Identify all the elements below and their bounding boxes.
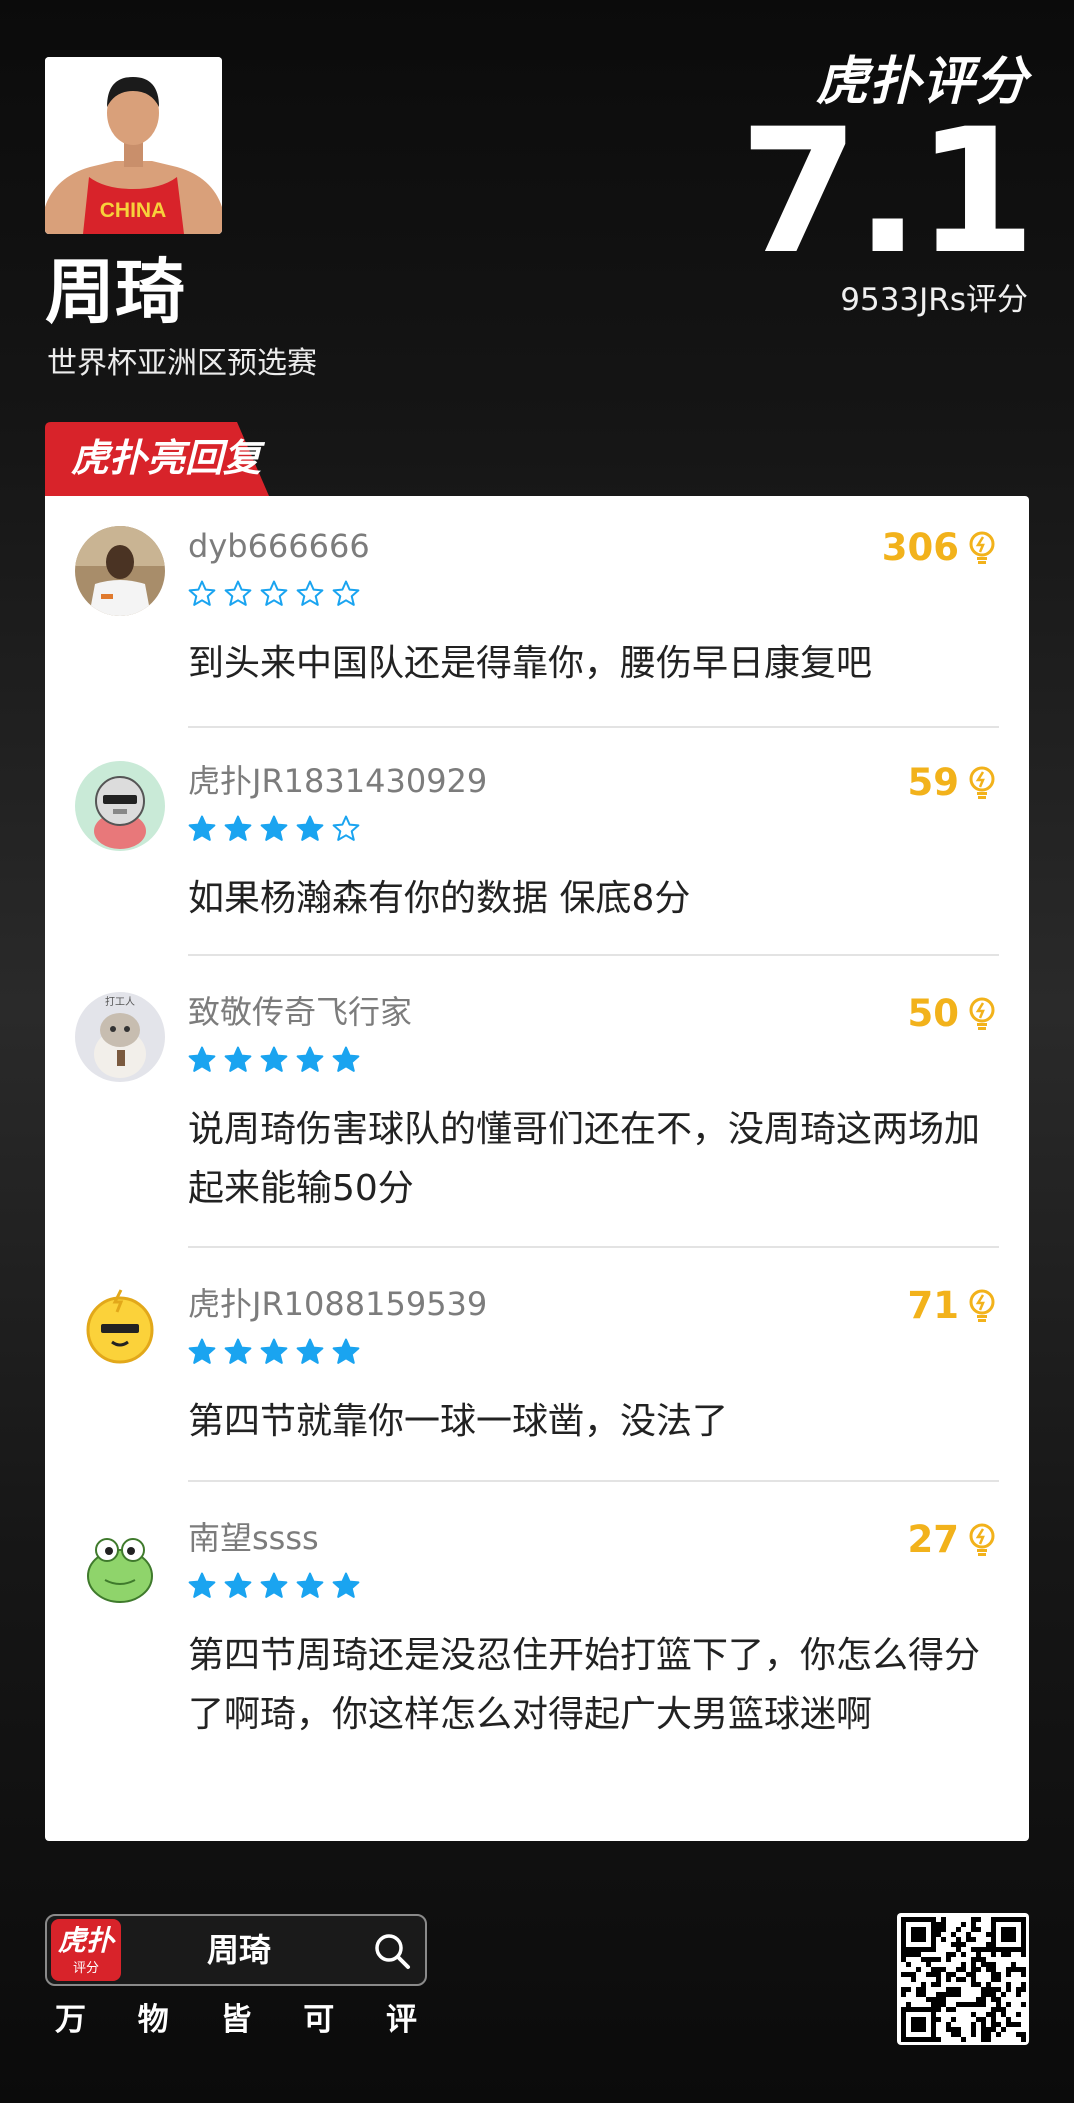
jersey-text: CHINA [100, 199, 167, 222]
star-filled-icon [224, 1572, 252, 1598]
search-bar[interactable]: 虎扑 评分 周琦 [45, 1914, 427, 1986]
star-filled-icon [224, 815, 252, 841]
slogan-char: 万 [55, 2002, 86, 2038]
slogan-char: 可 [303, 2002, 335, 2038]
comment-username[interactable]: dyb666666 [188, 526, 370, 566]
slogan-char: 皆 [220, 2002, 252, 2038]
lightbulb-icon [969, 1289, 995, 1322]
star-rating [188, 1046, 368, 1076]
star-filled-icon [296, 1046, 324, 1072]
rating-count: 9533JRs评分 [840, 282, 1028, 318]
comment-text: 说周琦伤害球队的懂哥们还在不，没周琦这两场加起来能输50分 [188, 1109, 981, 1209]
like-count: 71 [907, 1284, 960, 1327]
lightbulb-icon [969, 997, 995, 1030]
player-name: 周琦 [45, 251, 185, 333]
star-rating [188, 1572, 368, 1602]
user-avatar[interactable] [75, 526, 165, 616]
avatar-caption: 打工人 [105, 995, 135, 1008]
divider [188, 1480, 999, 1482]
event-name: 世界杯亚洲区预选赛 [47, 346, 317, 381]
like-count: 306 [881, 526, 959, 569]
star-filled-icon [188, 1338, 216, 1364]
lightbulb-icon [969, 766, 995, 799]
search-term[interactable]: 周琦 [207, 1928, 271, 1972]
comment-text: 第四节就靠你一球一球凿，没法了 [188, 1401, 729, 1442]
star-empty-icon [188, 580, 216, 606]
app-icon-subtitle: 评分 [72, 1961, 99, 1976]
search-icon[interactable] [373, 1932, 411, 1970]
star-filled-icon [188, 1572, 216, 1598]
like-counter[interactable]: 27 [908, 1518, 998, 1562]
star-filled-icon [296, 1338, 324, 1364]
comment-username[interactable]: 致敬传奇飞行家 [188, 992, 412, 1032]
comment-text: 如果杨瀚森有你的数据 保底8分 [188, 878, 691, 919]
star-empty-icon [224, 580, 252, 606]
slogan-char: 评 [386, 2002, 417, 2038]
divider [188, 1246, 999, 1248]
star-filled-icon [260, 815, 288, 841]
star-empty-icon [296, 580, 324, 606]
player-photo: CHINA [45, 57, 222, 234]
like-counter[interactable]: 71 [908, 1284, 998, 1328]
like-counter[interactable]: 59 [908, 761, 998, 805]
star-rating [188, 815, 368, 845]
qr-code[interactable] [897, 1913, 1029, 2045]
comment-username[interactable]: 虎扑JR1088159539 [188, 1284, 487, 1324]
star-filled-icon [260, 1046, 288, 1072]
lightbulb-icon [969, 531, 995, 564]
app-icon[interactable]: 虎扑 评分 [51, 1919, 121, 1981]
star-empty-icon [332, 815, 360, 841]
star-filled-icon [260, 1572, 288, 1598]
star-rating [188, 1338, 368, 1368]
like-counter[interactable]: 306 [882, 526, 997, 570]
user-avatar[interactable] [75, 761, 165, 851]
comment-text: 到头来中国队还是得靠你，腰伤早日康复吧 [188, 643, 873, 684]
star-filled-icon [332, 1572, 360, 1598]
comment-username[interactable]: 虎扑JR1831430929 [188, 761, 487, 801]
rating-score: 7.1 [739, 91, 1036, 292]
star-filled-icon [188, 1046, 216, 1072]
slogan: 万 物 皆 可 评 [45, 2000, 427, 2040]
user-avatar[interactable]: 打工人 [75, 992, 165, 1082]
star-filled-icon [260, 1338, 288, 1364]
star-filled-icon [224, 1046, 252, 1072]
star-filled-icon [296, 815, 324, 841]
user-avatar[interactable] [75, 1284, 165, 1374]
highlight-replies-tag: 虎扑亮回复 [45, 422, 269, 496]
highlight-replies-label: 虎扑亮回复 [71, 436, 262, 480]
app-icon-title: 虎扑 [57, 1924, 114, 1957]
star-filled-icon [188, 815, 216, 841]
user-avatar[interactable] [75, 1518, 165, 1608]
star-filled-icon [224, 1338, 252, 1364]
lightbulb-icon [969, 1523, 995, 1556]
star-filled-icon [296, 1572, 324, 1598]
like-count: 27 [907, 1518, 960, 1561]
comment-text: 第四节周琦还是没忍住开始打篮下了，你怎么得分了啊琦，你这样怎么对得起广大男篮球迷… [188, 1635, 981, 1735]
like-count: 50 [907, 992, 960, 1035]
star-rating [188, 580, 368, 610]
slogan-char: 物 [137, 2002, 169, 2038]
like-count: 59 [907, 761, 960, 804]
star-empty-icon [332, 580, 360, 606]
star-filled-icon [332, 1338, 360, 1364]
divider [188, 726, 999, 728]
divider [188, 954, 999, 956]
comment-username[interactable]: 南望ssss [188, 1518, 319, 1558]
comments-card: dyb666666 306 到头来中国队还是得靠你，腰伤早日康复吧 虎扑JR18… [45, 496, 1029, 1841]
star-empty-icon [260, 580, 288, 606]
star-filled-icon [332, 1046, 360, 1072]
like-counter[interactable]: 50 [908, 992, 998, 1036]
